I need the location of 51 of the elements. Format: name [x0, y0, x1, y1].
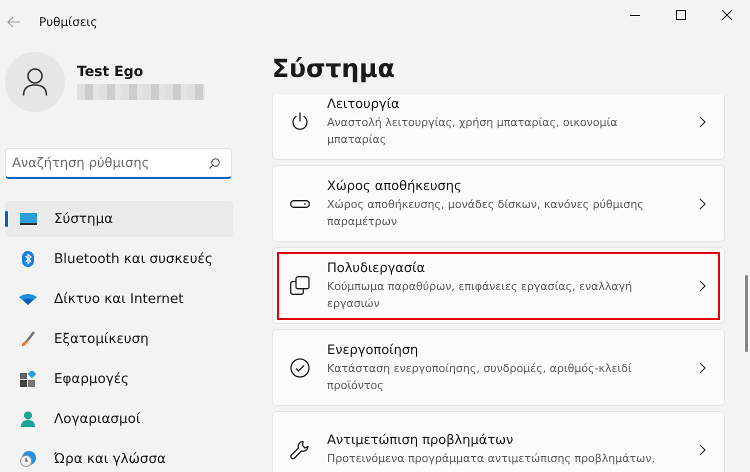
wifi-icon: [19, 294, 37, 304]
chevron-right-icon: [699, 116, 706, 128]
settings-card[interactable]: Αντιμετώπιση προβλημάτων Προτεινόμενα προγράμματα αντιμετώπισης προβλημάτων,: [272, 411, 725, 472]
card-title: Αντιμετώπιση προβλημάτων: [327, 432, 514, 450]
card-description: Αναστολή λειτουργίας, χρήση μπαταρίας, οικονομία μπαταρίας: [327, 114, 618, 148]
card-description: Χώρος αποθήκευσης, μονάδες δίσκων, κανόνες ρύθμισης παραμέτρων: [327, 196, 645, 230]
card-title: Λειτουργία: [327, 96, 401, 114]
card-title: Πολυδιεργασία: [327, 260, 426, 278]
settings-card[interactable]: Χώρος αποθήκευσης Χώρος αποθήκευσης, μονάδες δίσκων, κανόνες ρύθμισης παραμέτρων: [272, 165, 725, 242]
windows-stack-icon: [290, 276, 310, 295]
scrollbar-thumb[interactable]: [745, 275, 748, 352]
page-title: Σύστημα: [272, 53, 396, 85]
nav-item[interactable]: Bluetooth και συσκευές: [5, 241, 233, 277]
card-description: Κούμπωμα παραθύρων, επιφάνειες εργασίας, εναλλαγή εργασιών: [327, 278, 634, 312]
card-description: Κατάσταση ενεργοποίησης, συνδρομές, αριθμός-κλειδί προϊόντος: [327, 360, 633, 394]
person-silhouette-icon: [22, 68, 48, 96]
brush-icon: [21, 331, 35, 347]
card-title: Ενεργοποίηση: [327, 342, 420, 360]
maximize-icon: [676, 10, 686, 20]
apps-icon: [20, 371, 36, 387]
check-circle-icon: [290, 358, 310, 378]
bluetooth-icon: [22, 251, 34, 267]
chevron-right-icon: [699, 362, 706, 374]
drive-icon: [290, 200, 310, 208]
clock-globe-icon: [20, 451, 36, 467]
chevron-right-icon: [699, 280, 706, 292]
card-title: Χώρος αποθήκευσης: [327, 178, 463, 196]
search-field[interactable]: Αναζήτηση ρύθμισης: [5, 148, 232, 179]
close-icon: [722, 10, 732, 20]
nav-item[interactable]: Σύστημα: [5, 201, 233, 237]
nav-item[interactable]: Εξατομίκευση: [5, 321, 233, 357]
card-description: Προτεινόμενα προγράμματα αντιμετώπισης προβλημάτων,: [327, 451, 656, 467]
person-icon: [20, 411, 36, 427]
user-name: Test Ego: [77, 64, 144, 80]
selection-indicator: [5, 211, 8, 227]
power-icon: [290, 112, 310, 132]
chevron-right-icon: [699, 198, 706, 210]
wrench-icon: [290, 440, 310, 460]
settings-card[interactable]: Πολυδιεργασία Κούμπωμα παραθύρων, επιφάνειες εργασίας, εναλλαγή εργασιών: [272, 247, 725, 324]
window-title: Ρυθμίσεις: [39, 15, 98, 29]
nav-item[interactable]: Δίκτυο και Internet: [5, 281, 233, 317]
nav-item[interactable]: Λογαριασμοί: [5, 401, 233, 437]
back-arrow-icon[interactable]: [7, 16, 21, 28]
nav-item[interactable]: Ώρα και γλώσσα: [5, 441, 233, 472]
search-icon: [209, 158, 220, 169]
settings-card[interactable]: Ενεργοποίηση Κατάσταση ενεργοποίησης, συνδρομές, αριθμός-κλειδί προϊόντος: [272, 329, 725, 406]
settings-card[interactable]: Λειτουργία Αναστολή λειτουργίας, χρήση μπαταρίας, οικονομία μπαταρίας: [272, 95, 725, 160]
monitor-icon: [20, 213, 36, 225]
nav-item[interactable]: Εφαρμογές: [5, 361, 233, 397]
chevron-right-icon: [699, 444, 706, 456]
minimize-icon: [630, 14, 640, 16]
